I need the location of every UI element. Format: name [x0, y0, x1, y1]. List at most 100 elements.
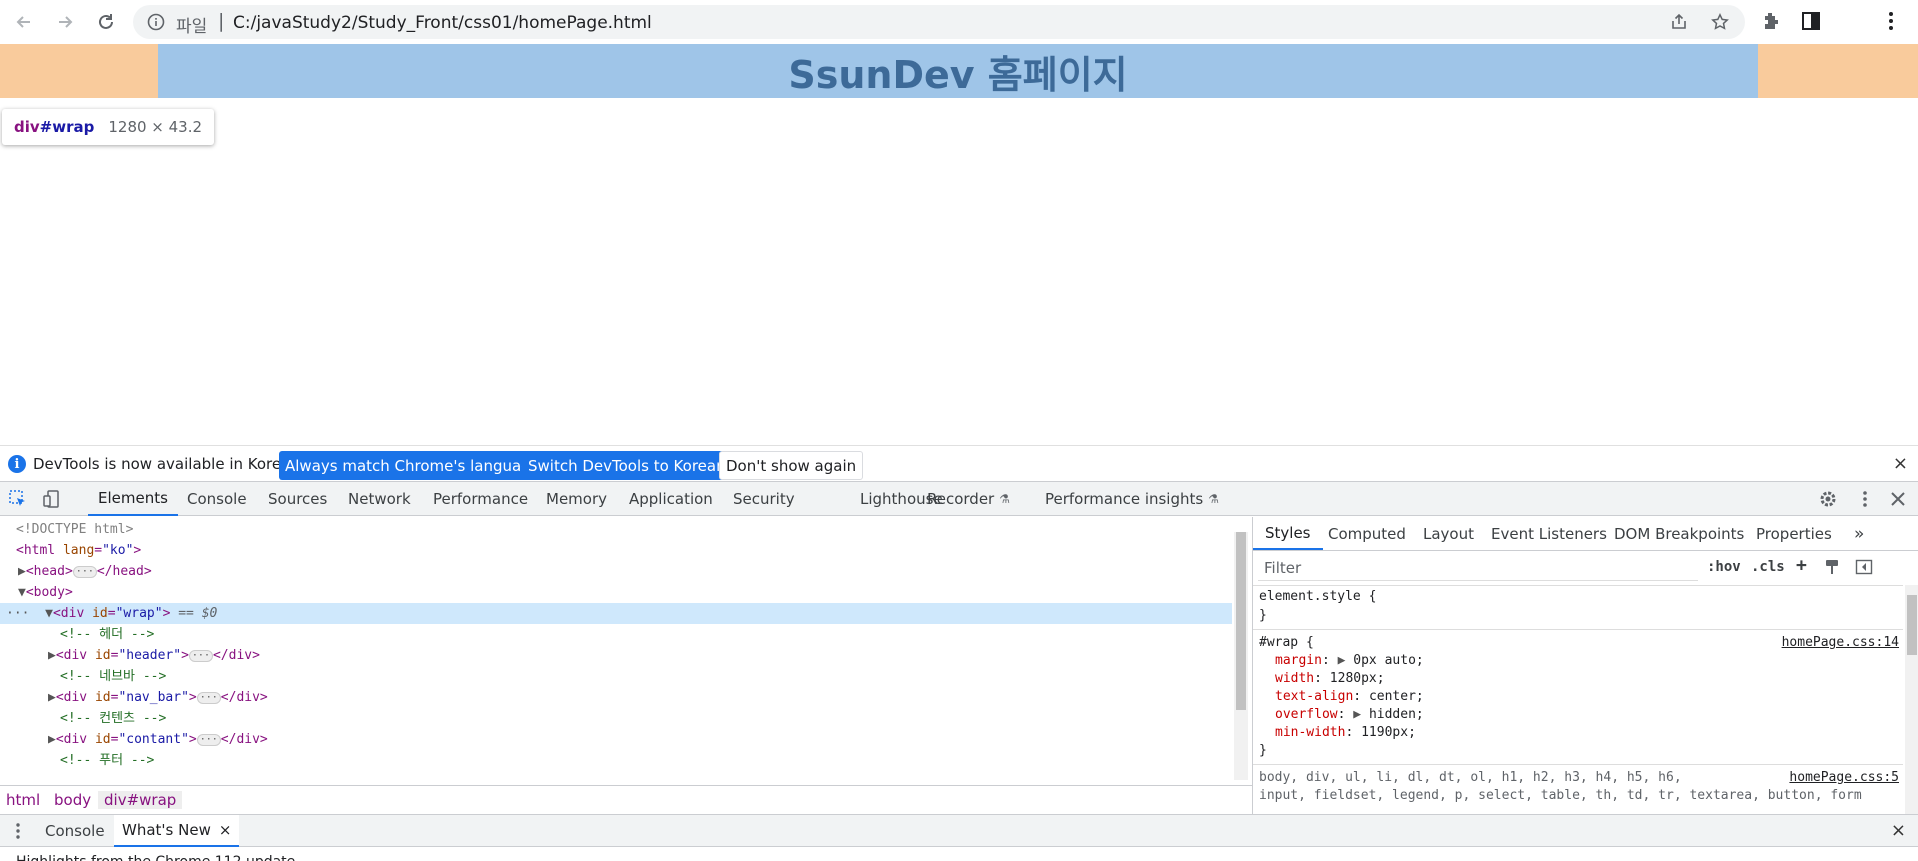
kebab-menu-icon[interactable] — [1880, 10, 1902, 32]
elements-scrollbar[interactable] — [1234, 532, 1248, 780]
tab-dom-breakpoints[interactable]: DOM Breakpoints — [1614, 517, 1744, 550]
devtools-language-infobar: i DevTools is now available in Korean! A… — [0, 445, 1918, 481]
tab-layout[interactable]: Layout — [1423, 517, 1474, 550]
drawer-tab-console[interactable]: Console — [45, 815, 105, 847]
inspect-element-icon[interactable] — [8, 489, 28, 509]
tab-recorder[interactable]: Recorder ⚗ — [927, 482, 1010, 516]
rule-close-brace: } — [1259, 743, 1267, 758]
close-drawer-icon[interactable]: × — [1891, 820, 1906, 841]
breadcrumb-div-wrap[interactable]: div#wrap — [98, 791, 183, 809]
css-prop-text-align[interactable]: text-align: center; — [1259, 688, 1424, 706]
tab-console[interactable]: Console — [187, 482, 247, 516]
tab-elements[interactable]: Elements — [88, 482, 178, 516]
styles-scrollbar[interactable] — [1905, 585, 1918, 814]
dom-line-head[interactable]: ▶<head> ··· </head> — [0, 561, 1232, 582]
tab-application[interactable]: Application — [629, 482, 713, 516]
scrollbar-thumb[interactable] — [1907, 595, 1917, 655]
style-rules: element.style { } #wrap { homePage.css:1… — [1253, 585, 1903, 814]
tab-properties[interactable]: Properties — [1756, 517, 1832, 550]
styles-pane: Styles Computed Layout Event Listeners D… — [1252, 517, 1918, 814]
reset-rule-source-link[interactable]: homePage.css:5 — [1789, 769, 1899, 787]
scheme-separator: | — [218, 10, 225, 32]
tab-performance-insights[interactable]: Performance insights ⚗ — [1045, 482, 1219, 516]
tab-computed[interactable]: Computed — [1328, 517, 1406, 550]
rule-divider — [1253, 629, 1903, 630]
css-prop-overflow[interactable]: overflow: ▶ hidden; — [1259, 706, 1424, 724]
hov-toggle-button[interactable]: :hov — [1707, 559, 1741, 575]
toggle-sidebar-icon[interactable] — [1855, 558, 1873, 576]
address-bar[interactable]: 파일 | C:/javaStudy2/Study_Front/css01/hom… — [133, 5, 1745, 39]
dom-line-wrap-selected[interactable]: ··· ▼<div id="wrap"> == $0 — [0, 603, 1232, 624]
flask-icon: ⚗ — [1208, 492, 1219, 506]
dom-line-doctype[interactable]: <!DOCTYPE html> — [0, 519, 1232, 540]
device-toolbar-icon[interactable] — [42, 489, 62, 509]
dom-line-nav-bar[interactable]: ▶<div id="nav_bar"> ··· </div> — [0, 687, 1232, 708]
page-viewport: SsunDev 홈페이지 div#wrap 1280 × 43.2 — [0, 44, 1918, 460]
infobar-message: DevTools is now available in Korean! — [33, 455, 306, 473]
more-tabs-icon[interactable]: » — [1854, 517, 1864, 550]
inspect-tooltip: div#wrap 1280 × 43.2 — [2, 109, 215, 145]
always-match-language-button[interactable]: Always match Chrome's language — [279, 451, 546, 480]
info-icon[interactable] — [147, 13, 165, 31]
info-icon: i — [8, 455, 26, 473]
dom-line-comment-header[interactable]: <!-- 헤더 --> — [0, 624, 1232, 645]
breadcrumb: html body div#wrap — [0, 785, 1252, 814]
browser-toolbar: 파일 | C:/javaStudy2/Study_Front/css01/hom… — [0, 0, 1918, 44]
star-icon[interactable] — [1711, 13, 1729, 31]
reset-rule-selector-line2[interactable]: input, fieldset, legend, p, select, tabl… — [1259, 787, 1862, 805]
share-icon[interactable] — [1670, 13, 1688, 31]
drawer-menu-icon[interactable] — [9, 822, 27, 840]
reset-rule-selector-line1[interactable]: body, div, ul, li, dl, dt, ol, h1, h2, h… — [1259, 769, 1682, 787]
more-options-icon[interactable] — [1855, 489, 1875, 509]
side-panel-icon[interactable] — [1800, 10, 1822, 32]
arrow-left-icon — [16, 16, 30, 28]
styles-filter-input[interactable]: Filter — [1258, 557, 1698, 581]
tab-security[interactable]: Security — [733, 482, 795, 516]
wrap-highlight: SsunDev 홈페이지 — [158, 44, 1758, 98]
close-devtools-icon[interactable] — [1888, 489, 1908, 509]
dom-line-body[interactable]: ▼<body> — [0, 582, 1232, 603]
url-text[interactable]: C:/javaStudy2/Study_Front/css01/homePage… — [233, 13, 652, 33]
reload-button[interactable] — [90, 6, 122, 38]
paint-brush-icon[interactable] — [1823, 558, 1841, 576]
breadcrumb-html[interactable]: html — [6, 791, 40, 809]
dom-line-comment-footer[interactable]: <!-- 푸터 --> — [0, 750, 1232, 771]
breadcrumb-body[interactable]: body — [54, 791, 91, 809]
tab-memory[interactable]: Memory — [546, 482, 607, 516]
new-style-rule-button[interactable]: + — [1796, 555, 1807, 576]
css-prop-min-width[interactable]: min-width: 1190px; — [1259, 724, 1416, 742]
scrollbar-thumb[interactable] — [1236, 532, 1246, 710]
devtools-tabbar: Elements Console Sources Network Perform… — [0, 481, 1918, 516]
tab-sources[interactable]: Sources — [268, 482, 327, 516]
dont-show-again-button[interactable]: Don't show again — [719, 451, 864, 480]
tab-network[interactable]: Network — [348, 482, 411, 516]
wrap-rule-selector[interactable]: #wrap { — [1259, 634, 1314, 652]
rule-close-brace: } — [1259, 608, 1267, 623]
settings-gear-icon[interactable] — [1818, 489, 1838, 509]
dom-line-header[interactable]: ▶<div id="header"> ··· </div> — [0, 645, 1232, 666]
tab-event-listeners[interactable]: Event Listeners — [1491, 517, 1607, 550]
extensions-icon[interactable] — [1760, 10, 1782, 32]
element-style-selector[interactable]: element.style { — [1259, 588, 1376, 606]
dom-line-comment-nav[interactable]: <!-- 네브바 --> — [0, 666, 1232, 687]
tooltip-element-size: 1280 × 43.2 — [108, 118, 203, 136]
forward-button[interactable] — [49, 6, 81, 38]
page-title: SsunDev 홈페이지 — [788, 52, 1128, 97]
back-button[interactable] — [8, 6, 40, 38]
tab-styles[interactable]: Styles — [1253, 517, 1323, 550]
tooltip-element-name: div#wrap — [14, 118, 95, 136]
tab-performance[interactable]: Performance — [433, 482, 528, 516]
arrow-right-icon — [59, 16, 73, 28]
css-prop-margin[interactable]: margin: ▶ 0px auto; — [1259, 652, 1424, 670]
cls-toggle-button[interactable]: .cls — [1751, 559, 1785, 575]
drawer-tab-whats-new[interactable]: What's New × — [114, 815, 240, 847]
dom-line-html[interactable]: <html lang="ko"> — [0, 540, 1232, 561]
css-prop-width[interactable]: width: 1280px; — [1259, 670, 1385, 688]
styles-tabbar: Styles Computed Layout Event Listeners D… — [1253, 517, 1918, 551]
dom-line-comment-contant[interactable]: <!-- 컨텐츠 --> — [0, 708, 1232, 729]
close-icon[interactable]: × — [1893, 453, 1908, 474]
wrap-rule-source-link[interactable]: homePage.css:14 — [1782, 634, 1899, 652]
switch-to-korean-button[interactable]: Switch DevTools to Korean — [522, 451, 732, 480]
close-tab-icon[interactable]: × — [219, 821, 232, 839]
dom-line-contant[interactable]: ▶<div id="contant"> ··· </div> — [0, 729, 1232, 750]
